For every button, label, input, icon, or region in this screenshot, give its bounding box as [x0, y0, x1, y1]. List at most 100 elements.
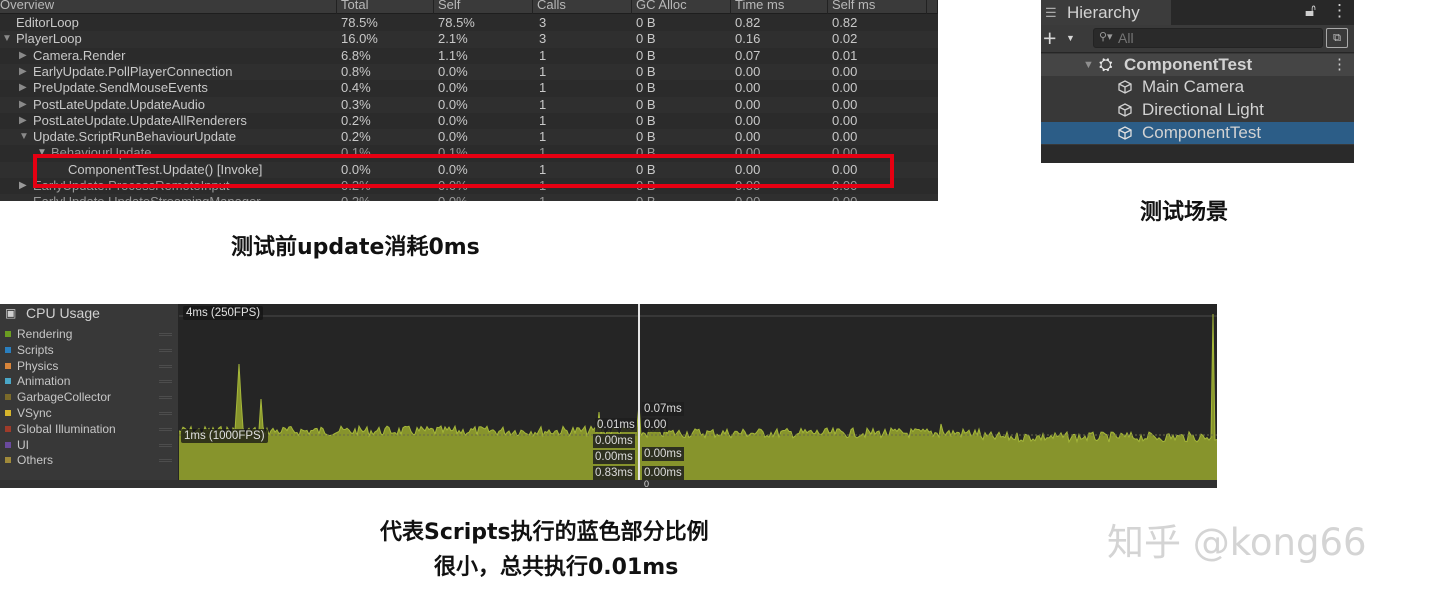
column-divider[interactable]: [532, 0, 533, 14]
legend-item[interactable]: GarbageCollector: [0, 389, 178, 405]
scene-menu-icon[interactable]: ⋮: [1332, 54, 1347, 76]
hierarchy-toolbar: + ▼ ⚲▾ ⧉: [1041, 25, 1354, 53]
collapse-arrow-icon[interactable]: ▶: [19, 178, 27, 194]
object-label: Directional Light: [1142, 100, 1264, 119]
hierarchy-item-main-camera[interactable]: Main Camera: [1041, 76, 1354, 98]
drag-handle-icon[interactable]: [159, 396, 172, 400]
hierarchy-item-componenttest[interactable]: ComponentTest: [1041, 122, 1354, 144]
cell-gc: 0 B: [636, 15, 656, 30]
column-header[interactable]: Total: [341, 0, 368, 12]
column-divider[interactable]: [730, 0, 731, 14]
cell-calls: 1: [539, 80, 547, 96]
table-row[interactable]: EarlyUpdate.UpdateStreamingManager 0.2% 0.…: [0, 194, 938, 201]
column-header[interactable]: Self ms: [832, 0, 875, 12]
left-value-label: 0.00ms: [593, 450, 635, 464]
hierarchy-tab-bar: ☰ Hierarchy 🔓︎ ⋮: [1041, 0, 1354, 25]
column-divider[interactable]: [631, 0, 632, 14]
more-options-icon[interactable]: ⋮: [1331, 1, 1348, 21]
legend-label: GarbageCollector: [17, 390, 112, 405]
cell-calls: 1: [539, 63, 547, 79]
column-divider[interactable]: [926, 0, 927, 14]
drag-handle-icon[interactable]: [159, 443, 172, 447]
cell-total: 0.3%: [341, 96, 371, 112]
column-header[interactable]: Self: [438, 0, 460, 12]
cpu-usage-graph[interactable]: [179, 304, 1217, 480]
column-divider[interactable]: [433, 0, 434, 14]
hierarchy-item-directional-light[interactable]: Directional Light: [1041, 99, 1354, 121]
collapse-arrow-icon[interactable]: ▶: [19, 64, 27, 80]
scroll-up-icon[interactable]: ▲: [937, 0, 938, 14]
drag-handle-icon[interactable]: [159, 364, 172, 368]
legend-item[interactable]: Rendering: [0, 326, 178, 342]
table-row[interactable]: ▶ Camera.Render 6.8% 1.1% 1 0 B 0.07 0.01: [0, 48, 938, 64]
collapse-arrow-icon[interactable]: ▶: [19, 48, 27, 64]
cell-selfms: 0.82: [832, 15, 858, 30]
cell-selfms: 0.01: [832, 47, 858, 63]
gameobject-cube-icon: [1118, 103, 1132, 117]
marker-name: PlayerLoop: [16, 31, 82, 47]
legend-item[interactable]: Scripts: [0, 342, 178, 358]
scene-row[interactable]: ▼ ⛭ ComponentTest ⋮: [1041, 54, 1354, 76]
expand-arrow-icon[interactable]: ▼: [2, 31, 12, 47]
collapse-arrow-icon[interactable]: ▶: [19, 97, 27, 113]
drag-handle-icon[interactable]: [159, 333, 172, 336]
cursor-marker: 0: [644, 479, 650, 489]
cell-time: 0.00: [735, 80, 761, 96]
collapse-arrow-icon[interactable]: ▶: [19, 113, 27, 129]
right-value-label: 0.00ms: [642, 447, 684, 461]
legend-swatch: [5, 457, 11, 464]
hierarchy-panel: ☰ Hierarchy 🔓︎ ⋮ + ▼ ⚲▾ ⧉ ▼ ⛭ ComponentT…: [1041, 0, 1354, 163]
table-row[interactable]: EditorLoop 78.5% 78.5% 3 0 B 0.82 0.82: [0, 15, 938, 31]
column-divider[interactable]: [336, 0, 337, 14]
legend-item[interactable]: Others: [0, 452, 178, 468]
table-row[interactable]: ▶ PreUpdate.SendMouseEvents 0.4% 0.0% 1 0 B 0.…: [0, 80, 938, 96]
cell-self: 0.0%: [438, 112, 468, 128]
unity-scene-icon: ⛭: [1099, 55, 1113, 74]
scene-view-toggle-icon[interactable]: ⧉: [1326, 28, 1348, 48]
drag-handle-icon[interactable]: [159, 380, 172, 384]
add-icon[interactable]: +: [1043, 25, 1056, 51]
legend-item[interactable]: VSync: [0, 405, 178, 421]
legend-item[interactable]: UI: [0, 437, 178, 453]
collapse-arrow-icon[interactable]: ▼: [1083, 54, 1094, 76]
legend-item[interactable]: Animation: [0, 373, 178, 389]
column-header[interactable]: Time ms: [735, 0, 784, 12]
search-field[interactable]: ⚲▾: [1093, 28, 1323, 48]
lock-icon[interactable]: 🔓︎: [1305, 1, 1316, 21]
column-header[interactable]: GC Alloc: [636, 0, 687, 12]
drag-handle-icon[interactable]: [159, 348, 172, 352]
search-input[interactable]: [1118, 30, 1318, 46]
highlight-annotation: [33, 154, 894, 188]
marker-name: EditorLoop: [16, 15, 79, 30]
legend-swatch: [5, 394, 11, 401]
drag-handle-icon[interactable]: [159, 412, 172, 415]
column-header[interactable]: Overview: [0, 0, 54, 12]
expand-arrow-icon[interactable]: ▼: [19, 129, 29, 145]
marker-name: EarlyUpdate.PollPlayerConnection: [33, 63, 233, 79]
panel-title: Hierarchy: [1067, 3, 1140, 22]
drag-handle-icon[interactable]: [159, 459, 172, 463]
legend-item[interactable]: Global Illumination: [0, 421, 178, 437]
hierarchy-empty-area[interactable]: [1041, 145, 1354, 163]
legend-swatch: [5, 362, 11, 369]
object-label: Main Camera: [1142, 77, 1245, 96]
marker-name: PostLateUpdate.UpdateAllRenderers: [33, 112, 247, 128]
table-row[interactable]: ▶ EarlyUpdate.PollPlayerConnection 0.8% 0.0…: [0, 63, 938, 81]
table-row[interactable]: ▼ Update.ScriptRunBehaviourUpdate 0.2% 0.0%…: [0, 129, 938, 146]
table-row[interactable]: ▶ PostLateUpdate.UpdateAllRenderers 0.2% 0.…: [0, 113, 938, 129]
table-row[interactable]: ▼ PlayerLoop 16.0% 2.1% 3 0 B 0.16 0.02: [0, 31, 938, 48]
cell-selfms: 0.00: [832, 194, 857, 201]
table-row[interactable]: ▶ PostLateUpdate.UpdateAudio 0.3% 0.0% 1 0 B 0…: [0, 96, 938, 113]
hierarchy-tab[interactable]: ☰ Hierarchy: [1041, 0, 1171, 25]
cell-gc: 0 B: [636, 129, 656, 145]
drag-handle-icon[interactable]: [159, 427, 172, 431]
dropdown-caret-icon[interactable]: ▼: [1066, 33, 1075, 43]
column-header[interactable]: Calls: [537, 0, 566, 12]
legend-item[interactable]: Physics: [0, 358, 178, 374]
legend-swatch: [5, 331, 11, 337]
cell-selfms: 0.00: [832, 80, 858, 96]
cell-time: 0.00: [735, 63, 761, 79]
collapse-arrow-icon[interactable]: ▶: [19, 80, 27, 96]
search-icon: ⚲▾: [1099, 31, 1113, 43]
column-divider[interactable]: [827, 0, 828, 14]
